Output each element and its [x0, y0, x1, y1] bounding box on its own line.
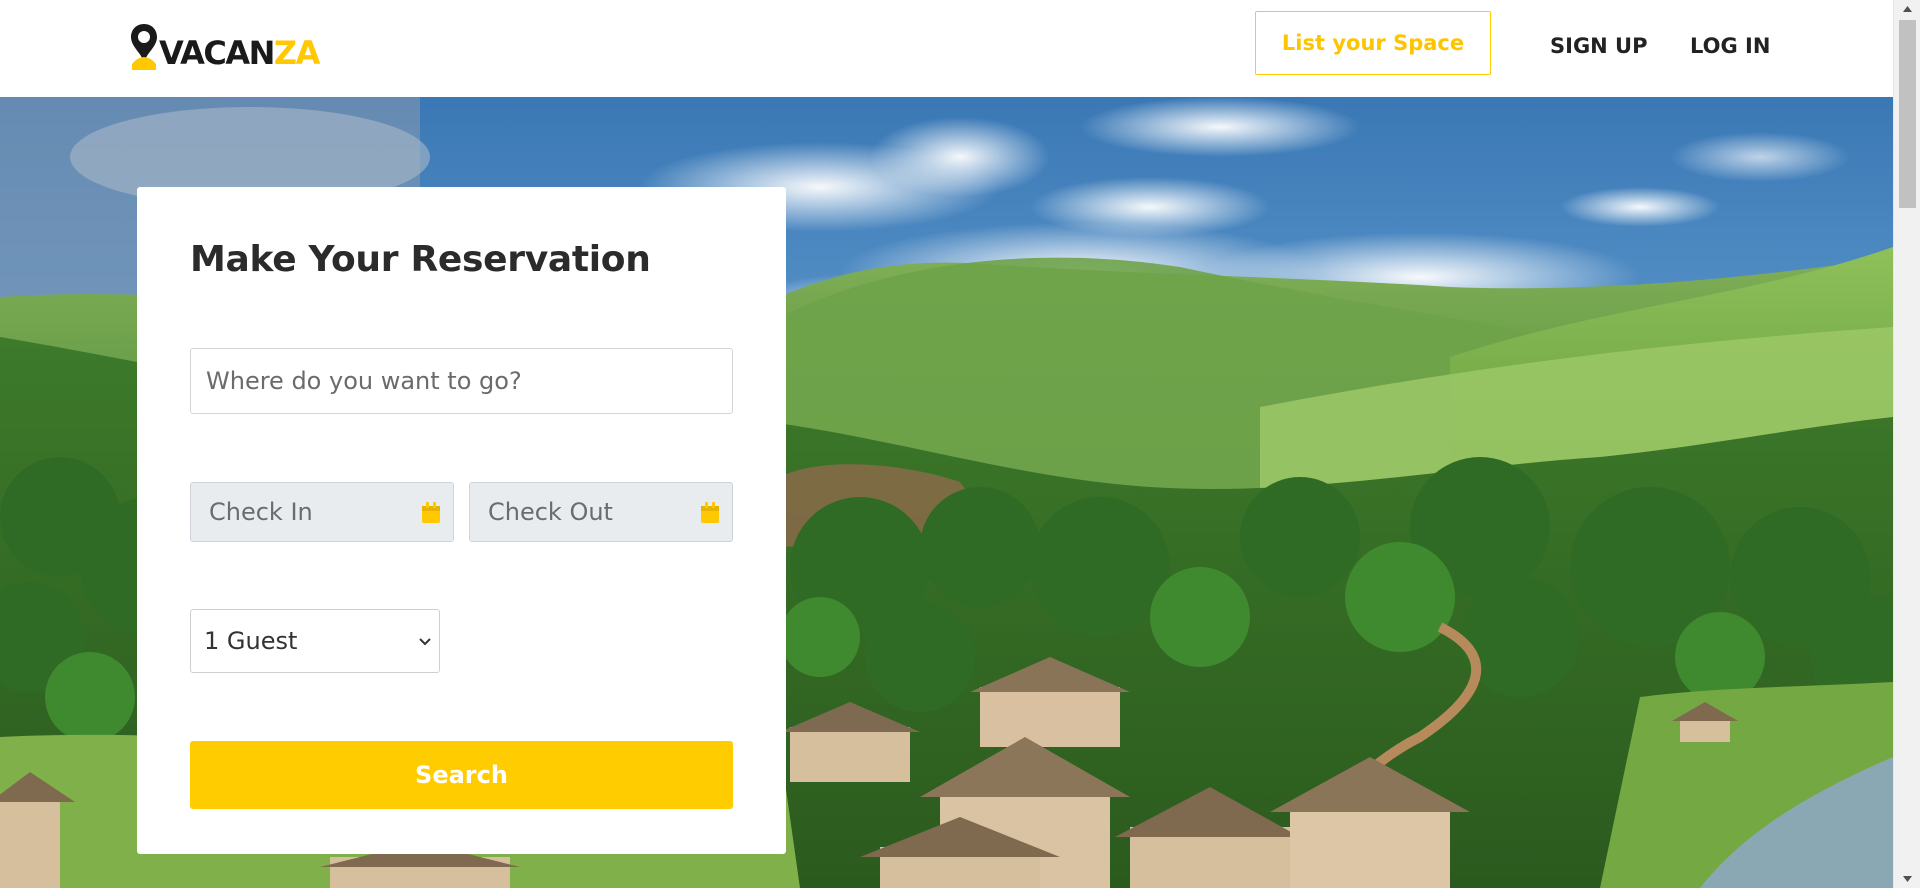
location-pin-icon: [131, 24, 157, 70]
scroll-down-arrow-icon[interactable]: [1894, 870, 1920, 888]
check-out-label: Check Out: [488, 498, 613, 526]
reservation-card: Make Your Reservation Check In Check Out…: [137, 187, 786, 854]
search-button[interactable]: Search: [190, 741, 733, 809]
calendar-icon: [422, 502, 440, 523]
check-in-label: Check In: [209, 498, 313, 526]
logo-text-accent: ZA: [273, 34, 320, 72]
list-your-space-button[interactable]: List your Space: [1255, 11, 1491, 75]
logo-wordmark: VACANZA: [159, 34, 320, 72]
calendar-icon: [701, 502, 719, 523]
logo-text-main: VACAN: [159, 34, 275, 72]
guest-select[interactable]: 1 Guest: [190, 609, 440, 673]
destination-input[interactable]: [190, 348, 733, 414]
scrollbar-thumb[interactable]: [1899, 20, 1916, 208]
guest-selected-value: 1 Guest: [204, 627, 298, 655]
scroll-up-arrow-icon[interactable]: [1894, 0, 1920, 18]
check-out-field[interactable]: Check Out: [469, 482, 733, 542]
page-scrollbar[interactable]: [1893, 0, 1920, 888]
reservation-title: Make Your Reservation: [190, 239, 651, 280]
site-header: VACANZA List your Space SIGN UP LOG IN: [0, 0, 1893, 97]
check-in-field[interactable]: Check In: [190, 482, 454, 542]
chevron-down-icon: [419, 638, 431, 646]
vacanza-logo[interactable]: VACANZA: [130, 22, 320, 72]
log-in-link[interactable]: LOG IN: [1690, 34, 1770, 58]
sign-up-link[interactable]: SIGN UP: [1550, 34, 1648, 58]
